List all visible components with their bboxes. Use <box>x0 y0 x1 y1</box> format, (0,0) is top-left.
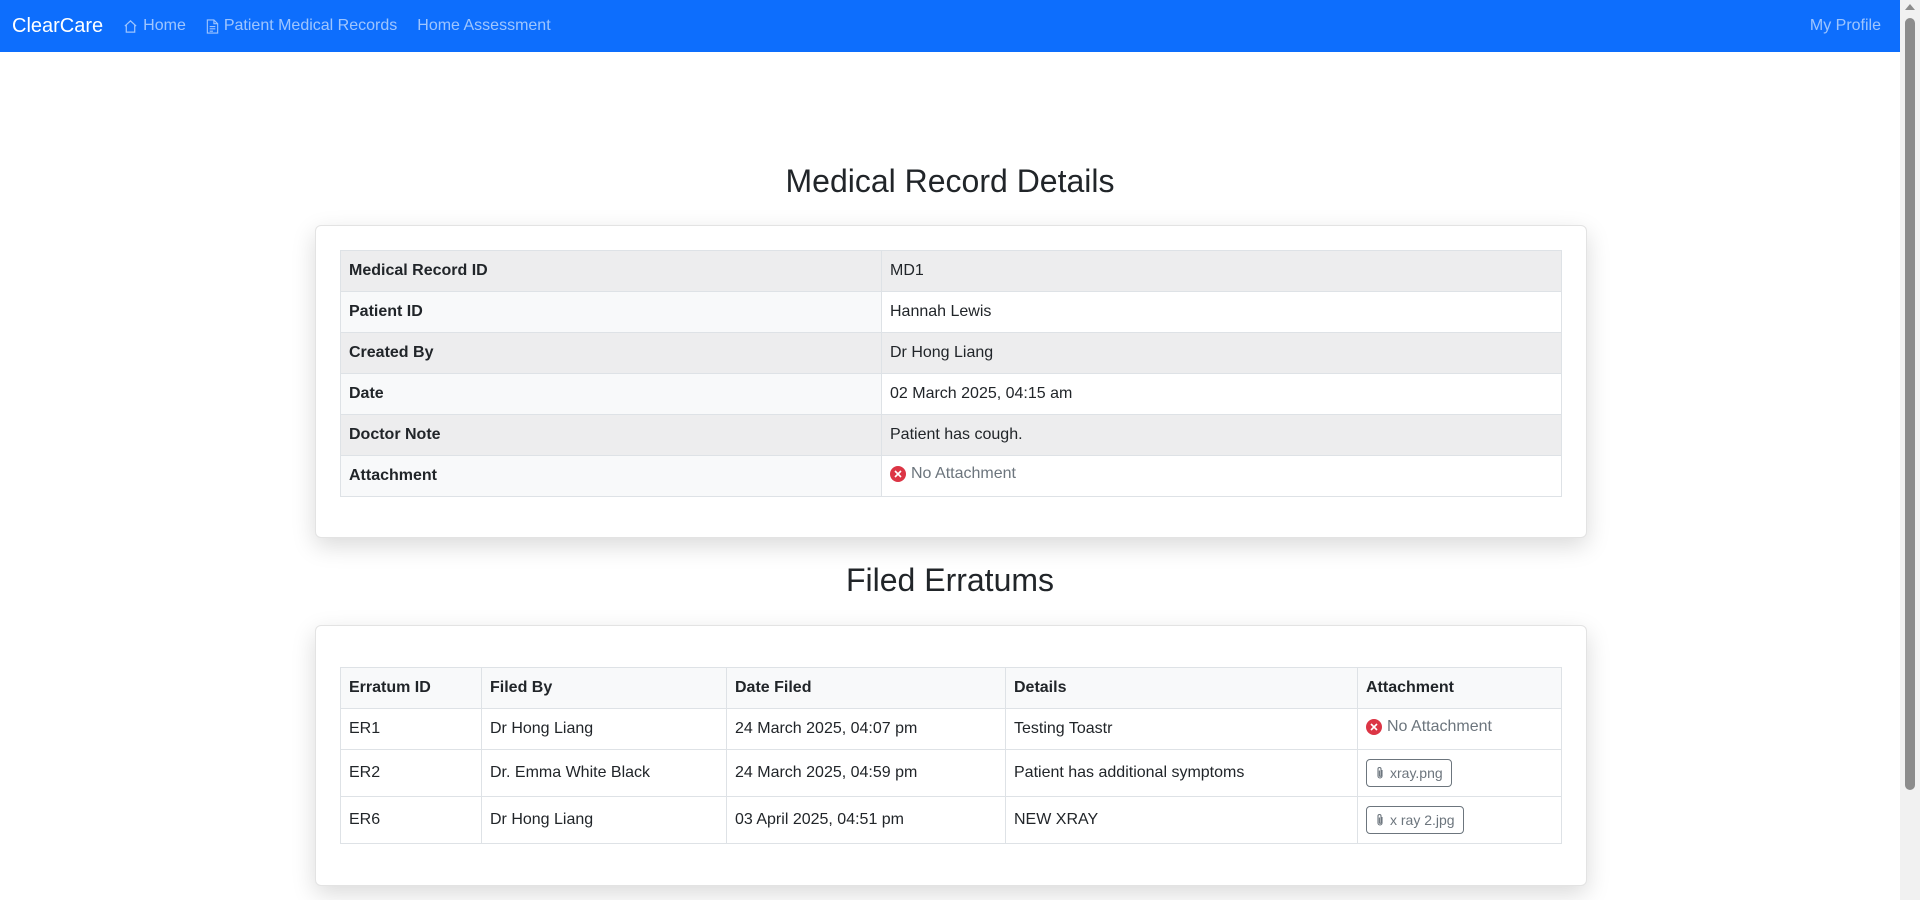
row-label: Doctor Note <box>340 414 882 456</box>
nav-records-label: Patient Medical Records <box>223 17 398 34</box>
row-value-attachment: No Attachment <box>881 455 1562 497</box>
col-header: Attachment <box>1357 667 1562 709</box>
x-circle-icon <box>1366 719 1382 735</box>
record-title: Medical Record Details <box>785 163 1115 199</box>
row-value: Patient has cough. <box>881 414 1562 456</box>
top-navbar: ClearCare Home Patient Medical Records H… <box>0 0 1900 52</box>
col-header: Details <box>1005 667 1358 709</box>
col-header: Erratum ID <box>340 667 482 709</box>
cell-by: Dr. Emma White Black <box>481 749 727 797</box>
table-row: ER6 Dr Hong Liang 03 April 2025, 04:51 p… <box>340 796 1562 844</box>
errata-card: Erratum ID Filed By Date Filed Details A… <box>315 625 1587 886</box>
record-row: Doctor Note Patient has cough. <box>340 414 1562 456</box>
record-row: Patient ID Hannah Lewis <box>340 291 1562 333</box>
nav-assessment-link[interactable]: Home Assessment <box>417 17 550 35</box>
cell-date: 24 March 2025, 04:07 pm <box>726 708 1006 750</box>
record-row: Date 02 March 2025, 04:15 am <box>340 373 1562 415</box>
col-header: Date Filed <box>726 667 1006 709</box>
cell-details: NEW XRAY <box>1005 796 1358 844</box>
page-scrollbar[interactable] <box>1900 0 1920 900</box>
row-label: Patient ID <box>340 291 882 333</box>
row-value: MD1 <box>881 250 1562 292</box>
paperclip-icon <box>1377 814 1383 826</box>
cell-by: Dr Hong Liang <box>481 796 727 844</box>
scroll-up-arrow-icon[interactable] <box>1905 4 1915 10</box>
attachment-button[interactable]: x ray 2.jpg <box>1366 806 1464 834</box>
x-circle-icon <box>890 466 906 482</box>
cell-id: ER1 <box>340 708 482 750</box>
attachment-filename: xray.png <box>1390 765 1443 781</box>
no-attachment-status: No Attachment <box>1366 718 1492 736</box>
col-header: Filed By <box>481 667 727 709</box>
attachment-filename: x ray 2.jpg <box>1390 812 1455 828</box>
table-row: ER2 Dr. Emma White Black 24 March 2025, … <box>340 749 1562 797</box>
cell-attachment: xray.png <box>1357 749 1562 797</box>
row-label: Medical Record ID <box>340 250 882 292</box>
row-label: Created By <box>340 332 882 374</box>
cell-attachment: x ray 2.jpg <box>1357 796 1562 844</box>
attachment-button[interactable]: xray.png <box>1366 759 1452 787</box>
record-row: Attachment No Attachment <box>340 455 1562 497</box>
house-icon <box>124 19 137 33</box>
row-value: Dr Hong Liang <box>881 332 1562 374</box>
errata-table: Erratum ID Filed By Date Filed Details A… <box>340 667 1562 844</box>
cell-date: 24 March 2025, 04:59 pm <box>726 749 1006 797</box>
scroll-thumb[interactable] <box>1905 18 1915 790</box>
table-header-row: Erratum ID Filed By Date Filed Details A… <box>340 667 1562 709</box>
cell-by: Dr Hong Liang <box>481 708 727 750</box>
table-row: ER1 Dr Hong Liang 24 March 2025, 04:07 p… <box>340 708 1562 750</box>
nav-home-link[interactable]: Home <box>123 17 186 35</box>
errata-title: Filed Erratums <box>845 562 1055 598</box>
no-attachment-status: No Attachment <box>890 465 1016 483</box>
paperclip-icon <box>1377 767 1383 779</box>
record-row: Created By Dr Hong Liang <box>340 332 1562 374</box>
nav-assessment-label: Home Assessment <box>417 17 551 34</box>
nav-home-label: Home <box>143 17 186 34</box>
brand-logo[interactable]: ClearCare <box>12 15 103 38</box>
cell-details: Testing Toastr <box>1005 708 1358 750</box>
row-label: Date <box>340 373 882 415</box>
row-value: Hannah Lewis <box>881 291 1562 333</box>
cell-date: 03 April 2025, 04:51 pm <box>726 796 1006 844</box>
nav-records-link[interactable]: Patient Medical Records <box>206 17 397 35</box>
file-text-icon <box>206 18 219 34</box>
no-attachment-label: No Attachment <box>1387 718 1492 735</box>
record-table: Medical Record ID MD1 Patient ID Hannah … <box>340 250 1562 497</box>
cell-id: ER6 <box>340 796 482 844</box>
my-profile-link[interactable]: My Profile <box>1810 17 1881 35</box>
no-attachment-label: No Attachment <box>911 465 1016 482</box>
row-value: 02 March 2025, 04:15 am <box>881 373 1562 415</box>
cell-id: ER2 <box>340 749 482 797</box>
record-row: Medical Record ID MD1 <box>340 250 1562 292</box>
record-card: Medical Record ID MD1 Patient ID Hannah … <box>315 225 1587 538</box>
cell-attachment: No Attachment <box>1357 708 1562 750</box>
row-label: Attachment <box>340 455 882 497</box>
cell-details: Patient has additional symptoms <box>1005 749 1358 797</box>
